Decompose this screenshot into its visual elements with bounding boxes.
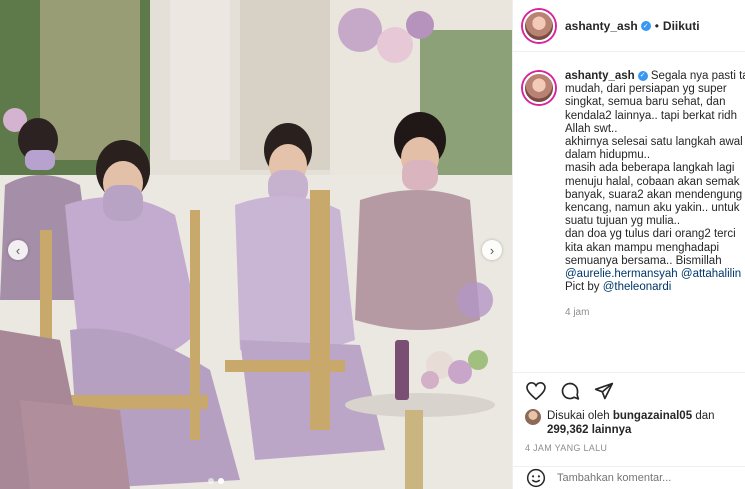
caption-text: ashanty_ash ✓ Segala nya pasti ta mudah, … (565, 70, 745, 320)
photo-scene (0, 0, 512, 489)
mention-link[interactable]: @aurelie.hermansyah (565, 268, 678, 280)
post-date[interactable]: 4 JAM YANG LALU (525, 443, 734, 453)
caption-avatar[interactable] (523, 72, 555, 104)
caption-line: mudah, dari persiapan yg super (565, 83, 727, 96)
post-header: ashanty_ash ✓ • Diikuti (513, 0, 745, 52)
action-bar: Disukai oleh bungazainal05 dan 299,362 l… (513, 372, 745, 453)
caption-line: dalam hidupmu.. (565, 149, 651, 162)
caption-line: kita akan mampu menghadapi (565, 241, 720, 254)
header-username[interactable]: ashanty_ash ✓ (565, 19, 651, 33)
caption-section: ashanty_ash ✓ Segala nya pasti ta mudah, … (513, 62, 745, 368)
verified-badge-icon: ✓ (640, 21, 651, 32)
post-sidebar: ashanty_ash ✓ • Diikuti ashanty_ash ✓ Sega… (512, 0, 745, 489)
caption-username[interactable]: ashanty_ash (565, 70, 635, 82)
caption-credit-line: Pict by @theleonardi (565, 281, 672, 294)
caption-line: menuju halal, cobaan akan semak (565, 175, 740, 188)
comment-form (513, 466, 745, 489)
header-separator: • (654, 18, 659, 33)
carousel-dots (208, 478, 224, 484)
liker-avatar[interactable] (525, 409, 541, 425)
caption-line: semuanya bersama.. Bismillah (565, 254, 722, 267)
avatar[interactable] (523, 9, 555, 42)
heart-icon[interactable] (525, 380, 547, 402)
caption-line: masih ada beberapa langkah lagi (565, 162, 735, 175)
likes-text: Disukai oleh bungazainal05 dan 299,362 l… (547, 410, 715, 436)
verified-badge-icon: ✓ (637, 70, 648, 81)
chevron-right-icon[interactable]: › (482, 240, 502, 260)
likes-count[interactable]: 299,362 lainnya (547, 424, 631, 436)
paper-plane-icon[interactable] (593, 380, 615, 402)
mention-link[interactable]: @theleonardi (603, 281, 672, 293)
caption-timestamp[interactable]: 4 jam (565, 306, 745, 319)
caption-line: Allah swt.. (565, 122, 618, 135)
mention-link[interactable]: @attahalilin (681, 268, 741, 280)
caption-line: kendala2 lainnya.. tapi berkat ridh (565, 109, 737, 122)
caption-line: akhirnya selesai satu langkah awal (565, 136, 743, 149)
carousel-dot (208, 478, 214, 484)
caption: ashanty_ash ✓ Segala nya pasti ta mudah, … (513, 62, 745, 320)
action-icons (525, 379, 734, 403)
liker-username[interactable]: bungazainal05 (613, 410, 692, 422)
caption-line: banyak, suara2 akan mendengung (565, 188, 743, 201)
following-button[interactable]: Diikuti (663, 19, 700, 33)
chevron-left-icon[interactable]: ‹ (8, 240, 28, 260)
likes-summary: Disukai oleh bungazainal05 dan 299,362 l… (525, 409, 734, 437)
caption-line: kencang, namun aku yakin.. untuk (565, 202, 740, 215)
caption-line: singkat, semua baru sehat, dan (565, 96, 726, 109)
carousel-dot-active (218, 478, 224, 484)
comment-input[interactable] (557, 472, 707, 484)
post-photo[interactable]: ‹ › (0, 0, 512, 489)
smiley-icon[interactable] (525, 467, 547, 489)
caption-line: suatu tujuan yg mulia.. (565, 215, 681, 228)
caption-mentions-line: @aurelie.hermansyah @attahalilin (565, 268, 745, 281)
caption-line: ashanty_ash ✓ Segala nya pasti ta (565, 70, 745, 82)
comment-bubble-icon[interactable] (559, 380, 581, 402)
caption-line: dan doa yg tulus dari orang2 terci (565, 228, 736, 241)
